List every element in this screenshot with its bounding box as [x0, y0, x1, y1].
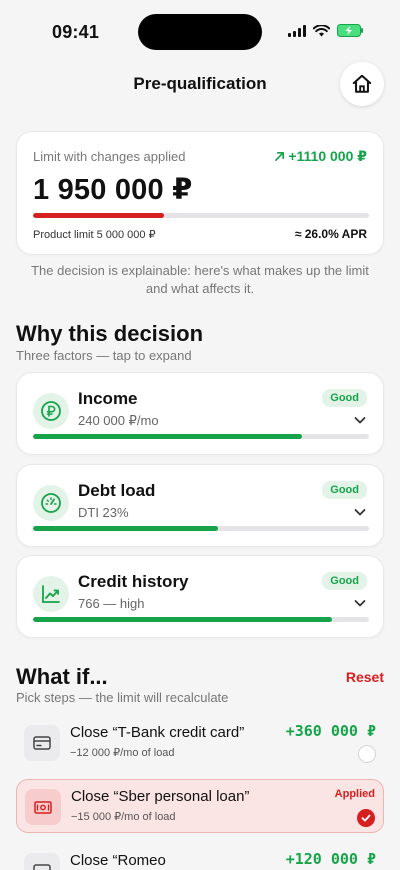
factor-card-income[interactable]: Income 240 000 ₽/mo Good — [16, 372, 384, 455]
reset-button[interactable]: Reset — [346, 669, 384, 685]
factor-progress-bar — [33, 617, 369, 622]
status-bar: 09:41 — [0, 0, 400, 60]
limit-delta: +1110 000 ₽ — [274, 148, 367, 165]
what-if-section-subtitle: Pick steps — the limit will recalculate — [16, 690, 229, 705]
arrow-up-right-icon — [275, 152, 285, 161]
factor-subtitle: 766 — high — [78, 596, 145, 611]
banknote-icon — [34, 800, 52, 814]
product-limit: Product limit 5 000 000 ₽ — [33, 229, 156, 241]
step-title: Close “Sber personal loan” — [71, 788, 250, 805]
factor-icon-wrap — [33, 485, 69, 521]
gauge-icon — [41, 493, 61, 513]
home-button[interactable] — [340, 62, 384, 106]
factor-progress-fill — [33, 434, 302, 439]
decision-explanation: The decision is explainable: here's what… — [16, 262, 384, 298]
step-subtitle: −15 000 ₽/mo of load — [71, 811, 176, 823]
checkmark-icon — [361, 814, 371, 822]
factor-card-debt-load[interactable]: Debt load DTI 23% Good — [16, 464, 384, 547]
dynamic-island — [138, 14, 262, 50]
what-if-section-title: What if... — [16, 664, 108, 689]
factor-title: Debt load — [78, 481, 156, 500]
apr-value: ≈ 26.0% APR — [294, 227, 367, 241]
status-icons — [288, 24, 364, 37]
limit-delta-value: +1110 000 ₽ — [288, 148, 367, 164]
factor-subtitle: DTI 23% — [78, 505, 129, 520]
limit-amount: 1 950 000 ₽ — [33, 174, 193, 206]
wifi-icon — [313, 24, 330, 36]
step-row-sber-personal-loan[interactable]: Close “Sber personal loan” −15 000 ₽/mo … — [16, 779, 384, 833]
factor-progress-fill — [33, 526, 218, 531]
factor-subtitle: 240 000 ₽/mo — [78, 413, 159, 428]
home-icon — [352, 74, 372, 93]
status-badge: Good — [322, 481, 367, 499]
status-badge: Good — [322, 389, 367, 407]
why-section-subtitle: Three factors — tap to expand — [16, 348, 192, 363]
step-checkbox[interactable] — [357, 809, 375, 827]
factor-progress-fill — [33, 617, 333, 622]
step-title: Close “Romeo — [70, 852, 166, 869]
chevron-down-icon — [354, 417, 366, 424]
step-subtitle: −12 000 ₽/mo of load — [70, 747, 175, 759]
step-row-romeo[interactable]: Close “Romeo +120 000 ₽ — [16, 844, 384, 870]
battery-charging-icon — [337, 24, 363, 37]
explanation-line-2: and what affects it. — [145, 281, 255, 296]
factor-card-credit-history[interactable]: Credit history 766 — high Good — [16, 555, 384, 638]
step-icon-wrap — [24, 853, 60, 870]
factor-title: Credit history — [78, 572, 189, 591]
why-section-title: Why this decision — [16, 321, 204, 346]
factor-progress-bar — [33, 434, 369, 439]
status-time: 09:41 — [52, 22, 100, 42]
cellular-signal-icon — [288, 24, 306, 37]
step-checkbox[interactable] — [358, 745, 376, 763]
factor-progress-bar — [33, 526, 369, 531]
ruble-icon — [41, 401, 61, 421]
chevron-down-icon — [354, 509, 366, 516]
loan-icon — [33, 864, 51, 870]
credit-card-icon — [33, 736, 51, 750]
limit-progress-fill — [33, 213, 165, 218]
step-amount: +360 000 ₽ — [285, 722, 376, 740]
step-title: Close “T-Bank credit card” — [70, 724, 245, 741]
step-amount: +120 000 ₽ — [285, 850, 376, 868]
applied-label: Applied — [334, 788, 375, 800]
factor-title: Income — [78, 389, 138, 408]
explanation-line-1: The decision is explainable: here's what… — [31, 263, 369, 278]
step-icon-wrap — [25, 789, 61, 825]
status-badge: Good — [322, 572, 367, 590]
chevron-down-icon — [354, 600, 366, 607]
limit-progress-bar — [33, 213, 369, 218]
limit-label: Limit with changes applied — [33, 149, 186, 164]
step-icon-wrap — [24, 725, 60, 761]
factor-icon-wrap — [33, 576, 69, 612]
trend-up-icon — [42, 585, 60, 603]
limit-card: Limit with changes applied +1110 000 ₽ 1… — [16, 131, 384, 255]
factor-icon-wrap — [33, 393, 69, 429]
step-row-tbank-credit-card[interactable]: Close “T-Bank credit card” −12 000 ₽/mo … — [16, 716, 384, 770]
